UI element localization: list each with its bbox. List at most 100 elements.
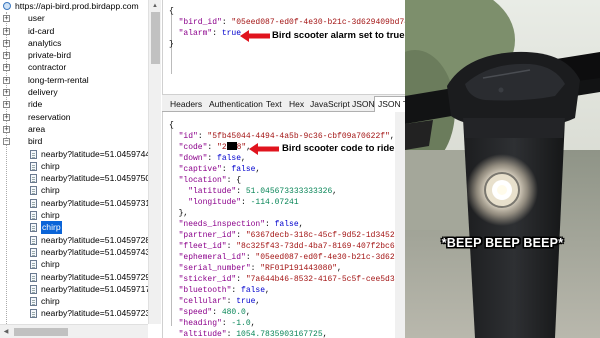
tab-authentication[interactable]: Authentication	[206, 97, 266, 112]
scooter-headlight-image	[405, 0, 600, 338]
expand-icon[interactable]: +	[3, 52, 10, 60]
tree-item-request[interactable]: nearby?latitude=51.0459728	[0, 234, 151, 246]
response-vertical-scrollbar[interactable]	[395, 112, 405, 338]
tree-item-label: nearby?latitude=51.0459743	[41, 246, 151, 257]
expand-icon[interactable]: +	[3, 113, 10, 121]
json-line: "id": "5fb45044-4494-4a5b-9c36-cbf09a706…	[169, 131, 405, 142]
json-line: "heading": -1.0,	[169, 318, 405, 329]
tree-item-label: chirp	[41, 185, 60, 196]
collapse-icon[interactable]: −	[3, 138, 10, 146]
json-line: {	[169, 6, 405, 17]
tree-item-folder[interactable]: − bird	[0, 135, 148, 147]
tree-item-label: chirp	[41, 210, 60, 221]
tree-item-label: chirp	[41, 259, 60, 270]
expand-icon[interactable]: +	[3, 101, 10, 109]
tree-item-folder[interactable]: + analytics	[0, 37, 148, 49]
json-token: "ephemeral_id"	[169, 253, 246, 262]
tree-item-label: chirp	[41, 296, 60, 307]
json-token: "RF01P191443080"	[260, 264, 338, 273]
globe-icon	[3, 2, 11, 10]
tree-item-request[interactable]: chirp	[0, 258, 148, 270]
tree-item-request[interactable]: nearby?latitude=51.0459743	[0, 246, 151, 258]
tab-headers[interactable]: Headers	[167, 97, 205, 112]
request-document-icon	[30, 284, 37, 294]
json-line: "location": {	[169, 175, 405, 186]
expand-icon[interactable]: +	[3, 27, 10, 35]
json-token: {	[169, 7, 174, 16]
tree-item-folder[interactable]: + private-bird	[0, 49, 148, 61]
tree-item-request[interactable]: nearby?latitude=51.0459729	[0, 271, 150, 283]
scroll-left-arrow-icon[interactable]: ◀	[0, 326, 12, 338]
json-token: false	[231, 165, 256, 174]
json-token: "2	[217, 143, 227, 152]
json-token: ,	[245, 308, 251, 317]
tree-item-request[interactable]: chirp	[0, 295, 148, 307]
tree-item-folder[interactable]: + id-card	[0, 25, 148, 37]
tree-item-request[interactable]: chirp	[0, 221, 148, 234]
annotation-arrow-alarm-icon	[240, 30, 270, 42]
tree-item-folder[interactable]: + reservation	[0, 111, 148, 123]
request-document-icon	[30, 260, 37, 270]
tree-scroll-thumb[interactable]	[151, 12, 160, 64]
tree-item-host[interactable]: https://api-bird.prod.birdapp.com	[0, 0, 148, 12]
tree-hscroll-thumb[interactable]	[14, 328, 68, 336]
json-line: "bird_id": "05eed087-ed0f-4e30-b21c-3d62…	[169, 17, 405, 28]
tree-item-label: long-term-rental	[28, 74, 89, 85]
tree-item-folder[interactable]: + delivery	[0, 86, 148, 98]
tab-hex[interactable]: Hex	[286, 97, 307, 112]
request-document-icon	[30, 161, 37, 171]
json-line: "serial_number": "RF01P191443080",	[169, 263, 405, 274]
expand-icon[interactable]: +	[3, 76, 10, 84]
tree-item-label: area	[28, 123, 46, 134]
json-token: "6367decb-318c-45cf-9d52-1d345279e44	[245, 231, 405, 240]
tree-item-label: user	[28, 13, 45, 24]
tree-item-request[interactable]: nearby?latitude=51.0459731	[0, 197, 150, 209]
json-token: :	[236, 231, 246, 240]
tree-horizontal-scrollbar[interactable]: ◀	[0, 324, 148, 338]
json-token: true	[236, 297, 256, 306]
expand-icon[interactable]: +	[3, 89, 10, 97]
tree-item-request[interactable]: nearby?latitude=51.0459717	[0, 283, 150, 295]
scroll-up-arrow-icon[interactable]: ▲	[149, 0, 161, 12]
expand-icon[interactable]: +	[3, 39, 10, 47]
expand-icon[interactable]: +	[3, 15, 10, 23]
json-token: :	[226, 297, 237, 306]
tree-item-label: nearby?latitude=51.0459728	[41, 234, 151, 245]
json-line: "partner_id": "6367decb-318c-45cf-9d52-1…	[169, 230, 405, 241]
tree-item-request[interactable]: nearby?latitude=51.0459750	[0, 172, 150, 184]
json-token: :	[212, 29, 222, 38]
request-document-icon	[30, 174, 37, 184]
tree-vertical-scrollbar[interactable]: ▲	[148, 0, 161, 324]
json-line: "longitude": -114.07241	[169, 197, 405, 208]
tree-item-folder[interactable]: + area	[0, 123, 148, 135]
tree-item-label: private-bird	[28, 50, 71, 61]
json-token: :	[265, 220, 275, 229]
json-token: false	[241, 286, 266, 295]
photo-caption: *BEEP BEEP BEEP*	[441, 236, 564, 250]
json-line: "captive": false,	[169, 164, 405, 175]
json-token: :	[245, 253, 256, 262]
tree-item-label: contractor	[28, 62, 67, 73]
tab-javascript[interactable]: JavaScript	[307, 97, 353, 112]
json-token: "7a644b46-8532-4167-5c5f-cee5d380f51	[245, 275, 405, 284]
request-document-icon	[30, 247, 37, 257]
tree-item-folder[interactable]: + long-term-rental	[0, 74, 148, 86]
tree-item-request[interactable]: chirp	[0, 160, 148, 172]
expand-icon[interactable]: +	[3, 125, 10, 133]
tree-item-request[interactable]: nearby?latitude=51.0459723	[0, 307, 150, 319]
expand-icon[interactable]: +	[3, 64, 10, 72]
tree-item-label: reservation	[28, 111, 71, 122]
tree-item-request[interactable]: chirp	[0, 209, 148, 221]
json-token: ,	[389, 132, 395, 141]
tree-item-folder[interactable]: + contractor	[0, 61, 148, 73]
tree-item-label: analytics	[28, 37, 62, 48]
tree-item-request[interactable]: nearby?latitude=51.0459744	[0, 148, 150, 160]
json-token: "05eed087-ed0f-4e30-b21c-3d629409bd74"	[231, 18, 405, 27]
annotation-code-label: Bird scooter code to ride	[282, 143, 395, 154]
tab-text[interactable]: Text	[263, 97, 285, 112]
tree-item-folder[interactable]: + user	[0, 12, 148, 24]
json-line: },	[169, 208, 405, 219]
tree-item-request[interactable]: chirp	[0, 184, 148, 196]
json-token: 8"	[236, 143, 247, 152]
tree-item-folder[interactable]: + ride	[0, 98, 148, 110]
